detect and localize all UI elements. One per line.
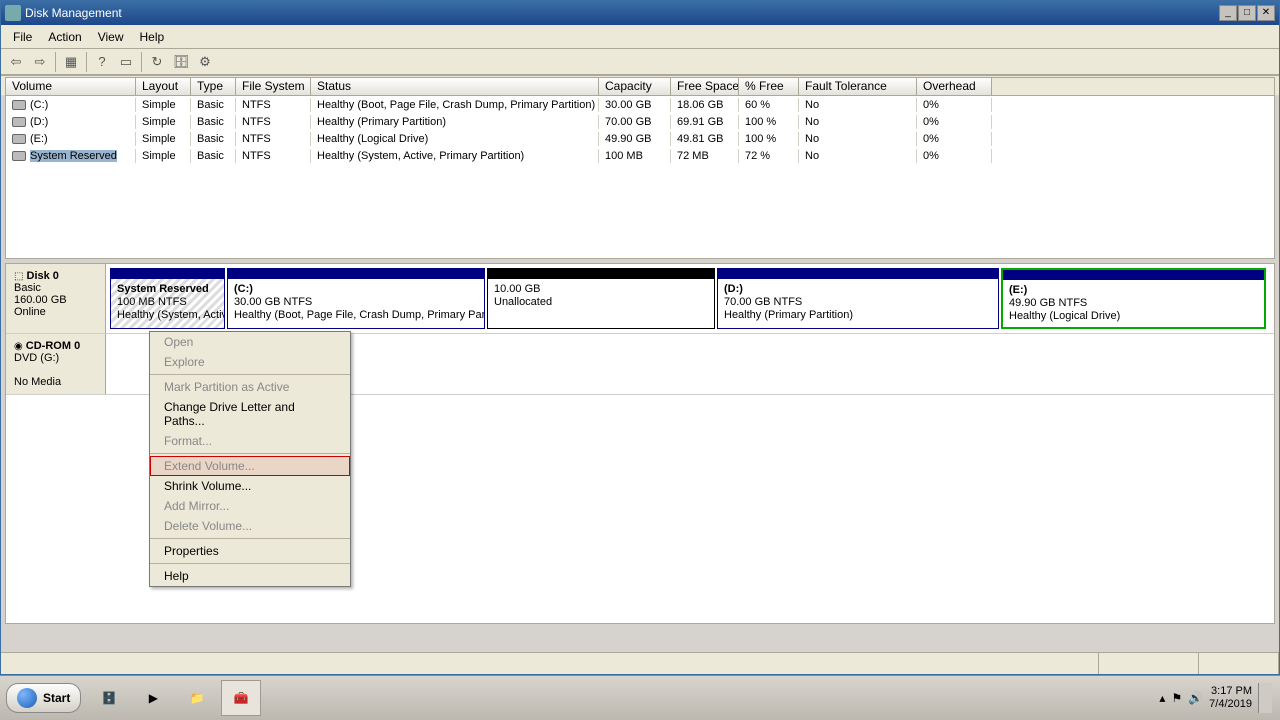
menu-help[interactable]: Help — [132, 28, 173, 46]
column-header[interactable]: Status — [311, 78, 599, 95]
cdrom-label: CD-ROM 0 — [26, 340, 80, 352]
menu-item-markpartitionasactive: Mark Partition as Active — [150, 377, 350, 397]
status-cell-1 — [1099, 653, 1199, 674]
volume-rows: (C:)SimpleBasicNTFSHealthy (Boot, Page F… — [6, 96, 1274, 164]
show-hide-console-tree-button[interactable]: ▦ — [60, 51, 82, 73]
start-label: Start — [43, 691, 70, 705]
powershell-icon: ▶ — [149, 691, 158, 705]
context-menu[interactable]: OpenExplore Mark Partition as ActiveChang… — [149, 331, 351, 587]
help-button[interactable]: ? — [91, 51, 113, 73]
settings-button[interactable]: ⚙ — [194, 51, 216, 73]
menu-item-changedriveletterandpaths[interactable]: Change Drive Letter and Paths... — [150, 397, 350, 431]
disk-type: Basic — [14, 282, 41, 294]
partition-systemreserved[interactable]: System Reserved100 MB NTFSHealthy (Syste… — [110, 268, 225, 329]
column-header[interactable]: Fault Tolerance — [799, 78, 917, 95]
titlebar[interactable]: Disk Management _ □ ✕ — [1, 1, 1279, 25]
volume-row[interactable]: (D:)SimpleBasicNTFSHealthy (Primary Part… — [6, 113, 1274, 130]
disk-state: Online — [14, 306, 46, 318]
taskbar[interactable]: Start 🗄️ ▶ 📁 🧰 ▴ ⚑ 🔊 3:17 PM 7/4/2019 — [0, 675, 1280, 720]
volume-row[interactable]: (C:)SimpleBasicNTFSHealthy (Boot, Page F… — [6, 96, 1274, 113]
forward-button[interactable]: ⇨ — [29, 51, 51, 73]
explorer-icon: 📁 — [190, 691, 205, 705]
disk-0-header[interactable]: ⬚ Disk 0 Basic 160.00 GB Online — [6, 264, 106, 333]
taskbar-item-server-manager[interactable]: 🗄️ — [89, 680, 129, 716]
column-header[interactable]: Type — [191, 78, 236, 95]
statusbar — [1, 652, 1279, 674]
cdrom-0-header[interactable]: ◉ CD-ROM 0 DVD (G:) No Media — [6, 334, 106, 394]
show-hide-action-pane-button[interactable]: ▭ — [115, 51, 137, 73]
partition-unallocated[interactable]: 10.00 GBUnallocated — [487, 268, 715, 329]
volume-list-pane[interactable]: VolumeLayoutTypeFile SystemStatusCapacit… — [5, 77, 1275, 259]
cdrom-drive: DVD (G:) — [14, 352, 59, 364]
clock-time: 3:17 PM — [1209, 685, 1252, 698]
cdrom-state: No Media — [14, 376, 61, 388]
partition-e[interactable]: (E:)49.90 GB NTFSHealthy (Logical Drive) — [1001, 268, 1266, 329]
menu-view[interactable]: View — [90, 28, 132, 46]
app-icon — [5, 5, 21, 21]
taskbar-item-explorer[interactable]: 📁 — [177, 680, 217, 716]
volume-row[interactable]: (E:)SimpleBasicNTFSHealthy (Logical Driv… — [6, 130, 1274, 147]
disk-size: 160.00 GB — [14, 294, 67, 306]
menu-item-explore: Explore — [150, 352, 350, 372]
start-button[interactable]: Start — [6, 683, 81, 713]
menu-item-open: Open — [150, 332, 350, 352]
column-header[interactable]: File System — [236, 78, 311, 95]
taskbar-item-powershell[interactable]: ▶ — [133, 680, 173, 716]
flag-icon[interactable]: ⚑ — [1171, 691, 1182, 705]
maximize-button[interactable]: □ — [1238, 5, 1256, 21]
system-tray[interactable]: ▴ ⚑ 🔊 3:17 PM 7/4/2019 — [1151, 683, 1280, 713]
column-headers[interactable]: VolumeLayoutTypeFile SystemStatusCapacit… — [6, 78, 1274, 96]
window-title: Disk Management — [25, 6, 122, 20]
menu-item-deletevolume: Delete Volume... — [150, 516, 350, 536]
menu-action[interactable]: Action — [40, 28, 89, 46]
toolbar: ⇦ ⇨ ▦ ? ▭ ↻ 🗄 ⚙ — [1, 49, 1279, 75]
status-cell-2 — [1199, 653, 1279, 674]
column-header[interactable]: Free Space — [671, 78, 739, 95]
menu-item-extendvolume: Extend Volume... — [150, 456, 350, 476]
menu-item-help[interactable]: Help — [150, 566, 350, 586]
menu-item-properties[interactable]: Properties — [150, 541, 350, 561]
back-button[interactable]: ⇦ — [5, 51, 27, 73]
clock-date: 7/4/2019 — [1209, 698, 1252, 711]
menu-item-shrinkvolume[interactable]: Shrink Volume... — [150, 476, 350, 496]
clock[interactable]: 3:17 PM 7/4/2019 — [1209, 685, 1252, 711]
diskmgmt-icon: 🧰 — [234, 691, 249, 705]
column-header[interactable]: Overhead — [917, 78, 992, 95]
server-manager-icon: 🗄️ — [102, 691, 117, 705]
column-header[interactable]: Volume — [6, 78, 136, 95]
close-button[interactable]: ✕ — [1257, 5, 1275, 21]
show-desktop-button[interactable] — [1258, 683, 1272, 713]
partition-c[interactable]: (C:)30.00 GB NTFSHealthy (Boot, Page Fil… — [227, 268, 485, 329]
minimize-button[interactable]: _ — [1219, 5, 1237, 21]
start-orb-icon — [17, 688, 37, 708]
status-text — [1, 653, 1099, 674]
partition-area: System Reserved100 MB NTFSHealthy (Syste… — [106, 264, 1274, 333]
volume-icon[interactable]: 🔊 — [1188, 691, 1203, 705]
volume-row[interactable]: System ReservedSimpleBasicNTFSHealthy (S… — [6, 147, 1274, 164]
menu-file[interactable]: File — [5, 28, 40, 46]
menu-item-format: Format... — [150, 431, 350, 451]
refresh-button[interactable]: ↻ — [146, 51, 168, 73]
partition-d[interactable]: (D:)70.00 GB NTFSHealthy (Primary Partit… — [717, 268, 999, 329]
column-header[interactable]: Layout — [136, 78, 191, 95]
menubar: FileActionViewHelp — [1, 25, 1279, 49]
disk-label: Disk 0 — [27, 270, 59, 282]
disk-management-window: Disk Management _ □ ✕ FileActionViewHelp… — [0, 0, 1280, 675]
show-hidden-icons[interactable]: ▴ — [1159, 691, 1165, 705]
menu-item-addmirror: Add Mirror... — [150, 496, 350, 516]
column-header[interactable]: % Free — [739, 78, 799, 95]
rescan-disks-button[interactable]: 🗄 — [170, 51, 192, 73]
taskbar-item-diskmgmt[interactable]: 🧰 — [221, 680, 261, 716]
column-header[interactable]: Capacity — [599, 78, 671, 95]
disk-0-row: ⬚ Disk 0 Basic 160.00 GB Online System R… — [6, 264, 1274, 334]
